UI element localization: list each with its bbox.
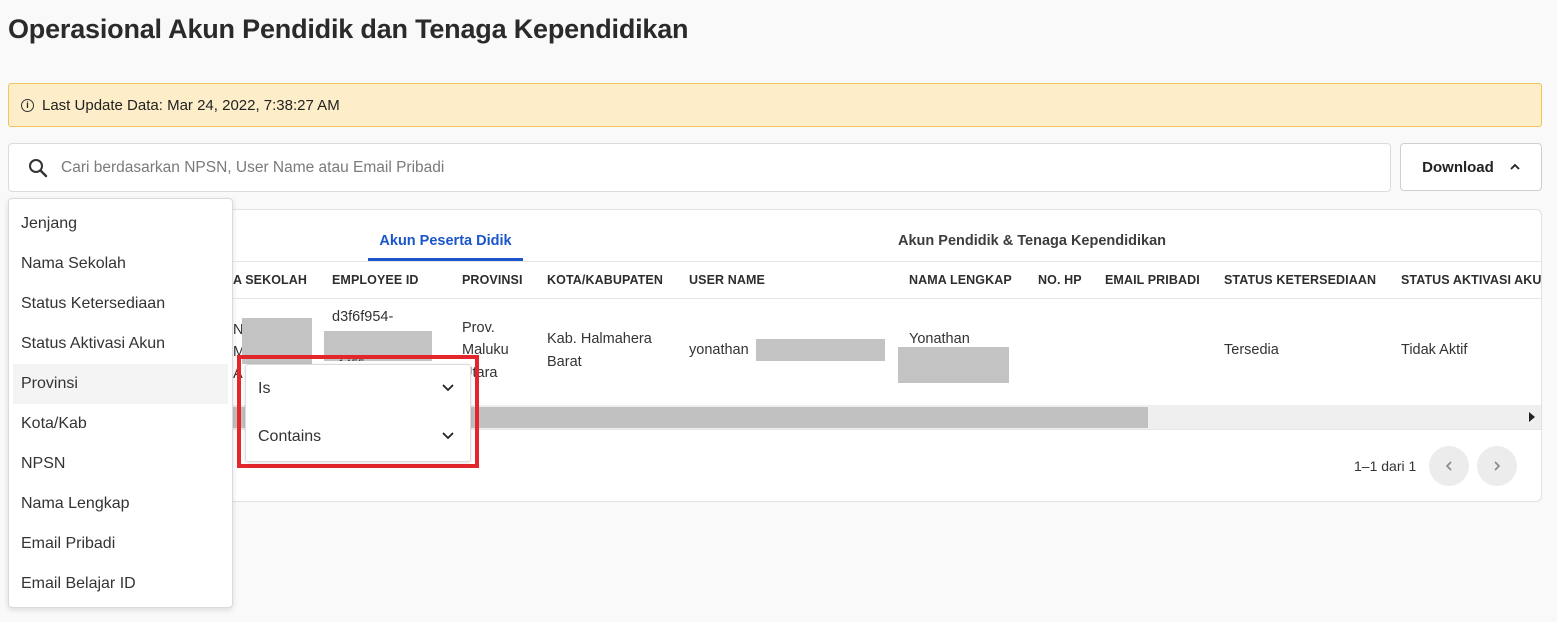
menu-item-status-aktivasi-akun[interactable]: Status Aktivasi Akun <box>9 324 232 364</box>
chevron-up-icon <box>1510 163 1520 170</box>
last-update-text: Last Update Data: Mar 24, 2022, 7:38:27 … <box>42 96 340 114</box>
cell-kota: Kab. Halmahera <box>547 331 652 347</box>
download-label: Download <box>1422 158 1494 176</box>
menu-item-provinsi[interactable]: Provinsi <box>13 364 228 404</box>
menu-item-nama-sekolah[interactable]: Nama Sekolah <box>9 244 232 284</box>
search-bar <box>8 143 1391 192</box>
next-page-button[interactable] <box>1477 446 1517 486</box>
tab-akun-peserta-didik[interactable]: Akun Peserta Didik <box>368 231 523 261</box>
filter-operator-popover: Is Contains <box>237 355 479 468</box>
chevron-right-icon <box>1494 461 1501 471</box>
search-input[interactable] <box>61 158 1261 177</box>
chevron-left-icon <box>1445 461 1452 471</box>
menu-item-kota-kab[interactable]: Kota/Kab <box>9 404 232 444</box>
table-header: A SEKOLAH EMPLOYEE ID PROVINSI KOTA/KABU… <box>9 261 1541 299</box>
column-header[interactable]: EMAIL PRIBADI <box>1105 273 1200 287</box>
info-icon: i <box>21 98 34 112</box>
scroll-right-arrow-icon[interactable] <box>1529 412 1535 422</box>
prev-page-button[interactable] <box>1429 446 1469 486</box>
redacted-block <box>898 347 1009 383</box>
column-header[interactable]: USER NAME <box>689 273 765 287</box>
operator-select-is[interactable]: Is <box>246 365 470 413</box>
menu-item-jenjang[interactable]: Jenjang <box>9 204 232 244</box>
column-header[interactable]: STATUS KETERSEDIAAN <box>1224 273 1376 287</box>
cell-status-ketersediaan: Tersedia <box>1224 342 1279 358</box>
pagination-text: 1–1 dari 1 <box>1354 458 1417 474</box>
operator-select-contains[interactable]: Contains <box>246 413 470 461</box>
tab-akun-ptk[interactable]: Akun Pendidik & Tenaga Kependidikan <box>898 231 1166 249</box>
menu-item-npsn[interactable]: NPSN <box>9 444 232 484</box>
column-header[interactable]: NO. HP <box>1038 273 1082 287</box>
page-title: Operasional Akun Pendidik dan Tenaga Kep… <box>8 14 689 44</box>
column-header[interactable]: NAMA LENGKAP <box>909 273 1012 287</box>
column-header[interactable]: A SEKOLAH <box>233 273 307 287</box>
menu-item-status-ketersediaan[interactable]: Status Ketersediaan <box>9 284 232 324</box>
menu-item-email-pribadi[interactable]: Email Pribadi <box>9 524 232 564</box>
filter-operator-panel: Is Contains <box>245 364 471 462</box>
column-header[interactable]: EMPLOYEE ID <box>332 273 419 287</box>
column-header[interactable]: STATUS AKTIVASI AKU <box>1401 273 1541 287</box>
last-update-notice: i Last Update Data: Mar 24, 2022, 7:38:2… <box>8 83 1542 127</box>
cell-provinsi: Prov. <box>462 320 495 336</box>
menu-item-email-belajar-id[interactable]: Email Belajar ID <box>9 564 232 604</box>
download-button[interactable]: Download <box>1400 143 1542 191</box>
chevron-down-icon <box>442 384 454 392</box>
filter-field-menu: Jenjang Nama Sekolah Status Ketersediaan… <box>8 198 233 608</box>
operator-select-label: Is <box>258 380 271 397</box>
redacted-block <box>756 339 885 361</box>
menu-item-nama-lengkap[interactable]: Nama Lengkap <box>9 484 232 524</box>
search-icon <box>27 157 49 179</box>
cell-status-aktivasi: Tidak Aktif <box>1401 342 1468 358</box>
column-header[interactable]: PROVINSI <box>462 273 523 287</box>
cell-kota: Barat <box>547 354 582 370</box>
cell-employee-id: d3f6f954- <box>332 309 394 325</box>
column-header[interactable]: KOTA/KABUPATEN <box>547 273 663 287</box>
operator-select-label: Contains <box>258 428 322 445</box>
cell-user-name: yonathan <box>689 342 749 358</box>
chevron-down-icon <box>442 432 454 440</box>
